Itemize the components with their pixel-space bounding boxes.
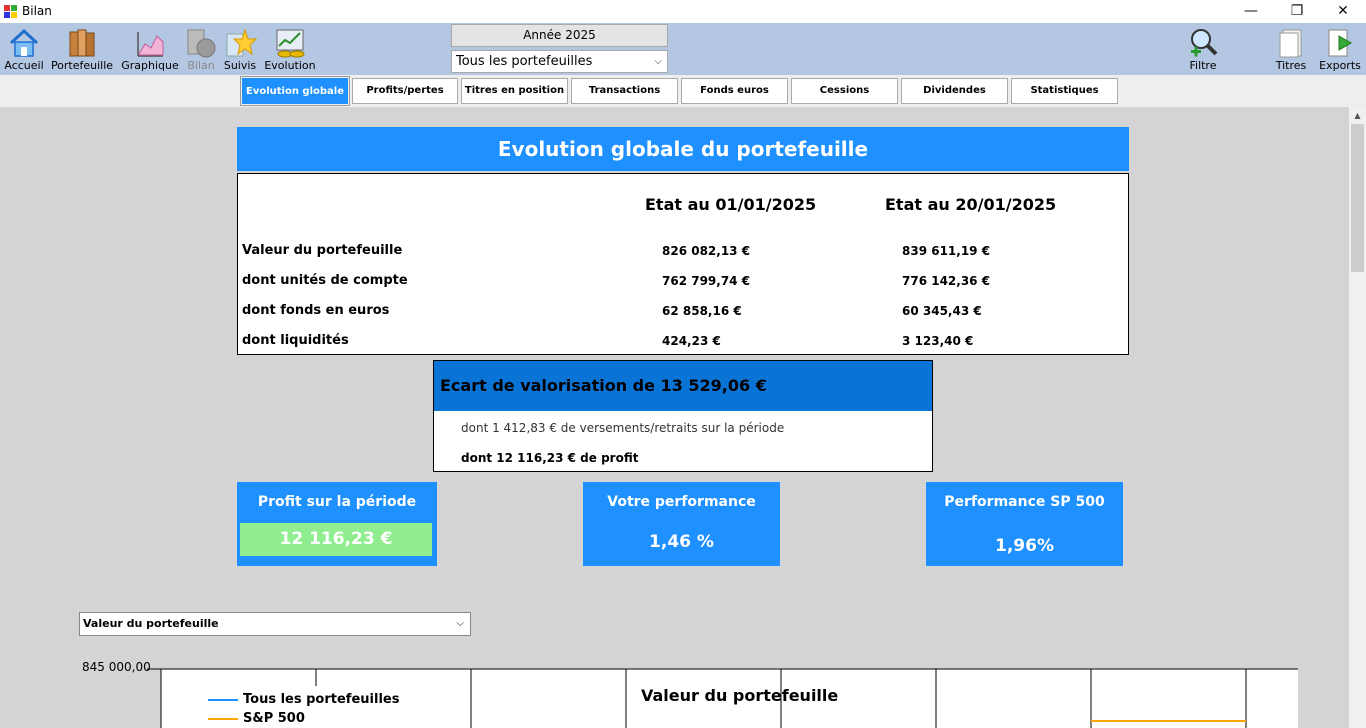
toolbar-accueil-button[interactable]: Accueil <box>2 23 46 75</box>
tab-dividendes[interactable]: Dividendes <box>901 78 1008 104</box>
vertical-scrollbar[interactable]: ▲ <box>1349 107 1366 728</box>
legend-label: S&P 500 <box>243 711 305 726</box>
column-header-start: Etat au 01/01/2025 <box>645 195 817 214</box>
toolbar-label: Accueil <box>4 59 44 72</box>
valuation-gap-title: Ecart de valorisation de 13 529,06 € <box>434 361 932 411</box>
toolbar-label: Titres <box>1275 59 1307 72</box>
toolbar-graphique-button[interactable]: Graphique <box>120 23 180 75</box>
toolbar: Accueil Portefeuille Graphique Bilan Sui… <box>0 23 1366 75</box>
tab-titres-en-position[interactable]: Titres en position <box>461 78 568 104</box>
portfolio-select[interactable]: Tous les portefeuilles ⌵ <box>451 50 668 73</box>
titles-icon <box>1279 29 1302 58</box>
title-bar: Bilan — ❐ ✕ <box>0 0 1366 23</box>
cell-end: 3 123,40 € <box>902 334 974 348</box>
star-icon <box>226 28 257 57</box>
filter-magnifier-icon <box>1191 29 1218 57</box>
toolbar-filtre-button[interactable]: Filtre <box>1182 23 1224 75</box>
export-icon <box>1328 29 1352 57</box>
kpi-performance-value: 1,46 % <box>649 532 714 552</box>
kpi-profit-value: 12 116,23 € <box>240 523 432 556</box>
deposits-withdrawals-text: dont 1 412,83 € de versements/retraits s… <box>461 421 785 435</box>
kpi-sp500: Performance SP 500 1,96% <box>926 482 1123 566</box>
scrollbar-thumb[interactable] <box>1351 124 1364 272</box>
minimize-button[interactable]: — <box>1228 0 1274 23</box>
home-icon <box>9 28 39 57</box>
scroll-up-icon[interactable]: ▲ <box>1349 107 1366 124</box>
report-title: Evolution globale du portefeuille <box>237 127 1129 171</box>
tab-fonds-euros[interactable]: Fonds euros <box>681 78 788 104</box>
evolution-icon <box>276 29 305 58</box>
tab-statistiques[interactable]: Statistiques <box>1011 78 1118 104</box>
toolbar-titres-button[interactable]: Titres <box>1272 23 1310 75</box>
row-label: dont unités de compte <box>242 273 408 288</box>
legend-swatch <box>208 718 238 720</box>
toolbar-portefeuille-button[interactable]: Portefeuille <box>50 23 114 75</box>
toolbar-evolution-button[interactable]: Evolution <box>263 23 317 75</box>
portfolio-select-value: Tous les portefeuilles <box>456 54 593 69</box>
toolbar-exports-button[interactable]: Exports <box>1318 23 1362 75</box>
tab-cessions[interactable]: Cessions <box>791 78 898 104</box>
cell-end: 60 345,43 € <box>902 304 982 318</box>
app-icon <box>4 5 17 18</box>
chart-series-select-value: Valeur du portefeuille <box>83 617 219 630</box>
window-title: Bilan <box>22 4 52 18</box>
cell-end: 776 142,36 € <box>902 274 991 288</box>
state-table: Etat au 01/01/2025 Etat au 20/01/2025 Va… <box>237 173 1129 355</box>
column-header-end: Etat au 20/01/2025 <box>885 195 1057 214</box>
row-label: dont fonds en euros <box>242 303 390 318</box>
close-button[interactable]: ✕ <box>1320 0 1366 23</box>
portfolio-icon <box>69 29 95 57</box>
toolbar-label: Evolution <box>264 59 316 72</box>
kpi-profit-title: Profit sur la période <box>257 494 417 510</box>
chevron-down-icon: ⌵ <box>456 618 464 629</box>
kpi-profit: Profit sur la période 12 116,23 € <box>237 482 437 566</box>
toolbar-label: Portefeuille <box>50 59 114 72</box>
y-tick-label: 845 000,00 <box>82 660 151 674</box>
balance-icon <box>187 29 216 58</box>
kpi-sp500-title: Performance SP 500 <box>944 494 1105 510</box>
cell-start: 826 082,13 € <box>662 244 751 258</box>
toolbar-bilan-button[interactable]: Bilan <box>184 23 218 75</box>
chart-series-select[interactable]: Valeur du portefeuille ⌵ <box>79 612 471 636</box>
chart-icon <box>137 32 164 57</box>
legend-label: Tous les portefeuilles <box>243 692 400 707</box>
tab-transactions[interactable]: Transactions <box>571 78 678 104</box>
toolbar-label: Graphique <box>121 59 179 72</box>
chart-title: Valeur du portefeuille <box>641 686 839 705</box>
valuation-gap-box: Ecart de valorisation de 13 529,06 € don… <box>433 360 933 472</box>
kpi-performance: Votre performance 1,46 % <box>583 482 780 566</box>
restore-button[interactable]: ❐ <box>1274 0 1320 23</box>
tab-bar: Evolution globale Profits/pertes Titres … <box>0 75 1366 107</box>
kpi-performance-title: Votre performance <box>607 494 756 510</box>
toolbar-suivis-button[interactable]: Suivis <box>222 23 258 75</box>
chevron-down-icon: ⌵ <box>654 56 662 67</box>
year-selector[interactable]: Année 2025 <box>451 24 668 47</box>
toolbar-label: Bilan <box>187 59 215 72</box>
toolbar-label: Exports <box>1319 59 1361 72</box>
legend-swatch <box>208 699 238 701</box>
kpi-sp500-value: 1,96% <box>995 536 1054 556</box>
cell-end: 839 611,19 € <box>902 244 991 258</box>
tab-profits-pertes[interactable]: Profits/pertes <box>352 78 458 104</box>
row-label: dont liquidités <box>242 333 349 348</box>
cell-start: 424,23 € <box>662 334 721 348</box>
cell-start: 762 799,74 € <box>662 274 751 288</box>
row-label: Valeur du portefeuille <box>242 243 403 258</box>
tab-evolution-globale[interactable]: Evolution globale <box>240 76 350 106</box>
cell-start: 62 858,16 € <box>662 304 742 318</box>
profit-text: dont 12 116,23 € de profit <box>461 451 639 465</box>
toolbar-label: Suivis <box>223 59 257 72</box>
toolbar-label: Filtre <box>1189 59 1217 72</box>
